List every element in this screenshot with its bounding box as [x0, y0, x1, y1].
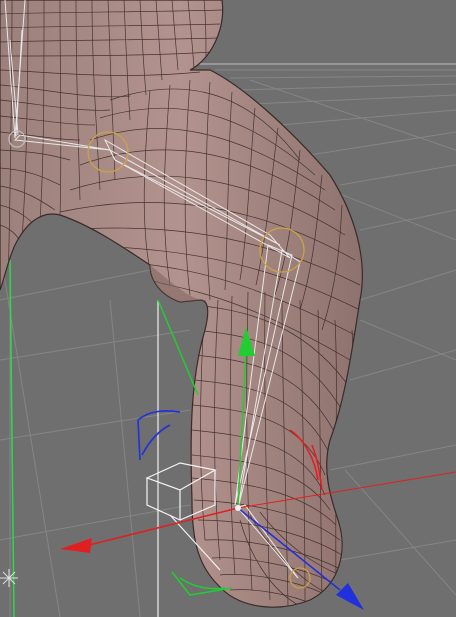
move-gizmo-x-arrow-icon[interactable]: [60, 538, 92, 553]
move-gizmo-center[interactable]: [235, 505, 241, 511]
character-mesh[interactable]: [0, 0, 363, 608]
rotation-arc-z: [137, 410, 181, 461]
move-gizmo-z-arrow-icon[interactable]: [336, 583, 364, 610]
viewport-canvas[interactable]: [0, 0, 456, 617]
3d-viewport[interactable]: [0, 0, 456, 617]
rotation-arc-z-inner: [141, 424, 171, 456]
light-source-icon[interactable]: [0, 569, 18, 587]
axis-green-diagonal: [157, 299, 199, 396]
